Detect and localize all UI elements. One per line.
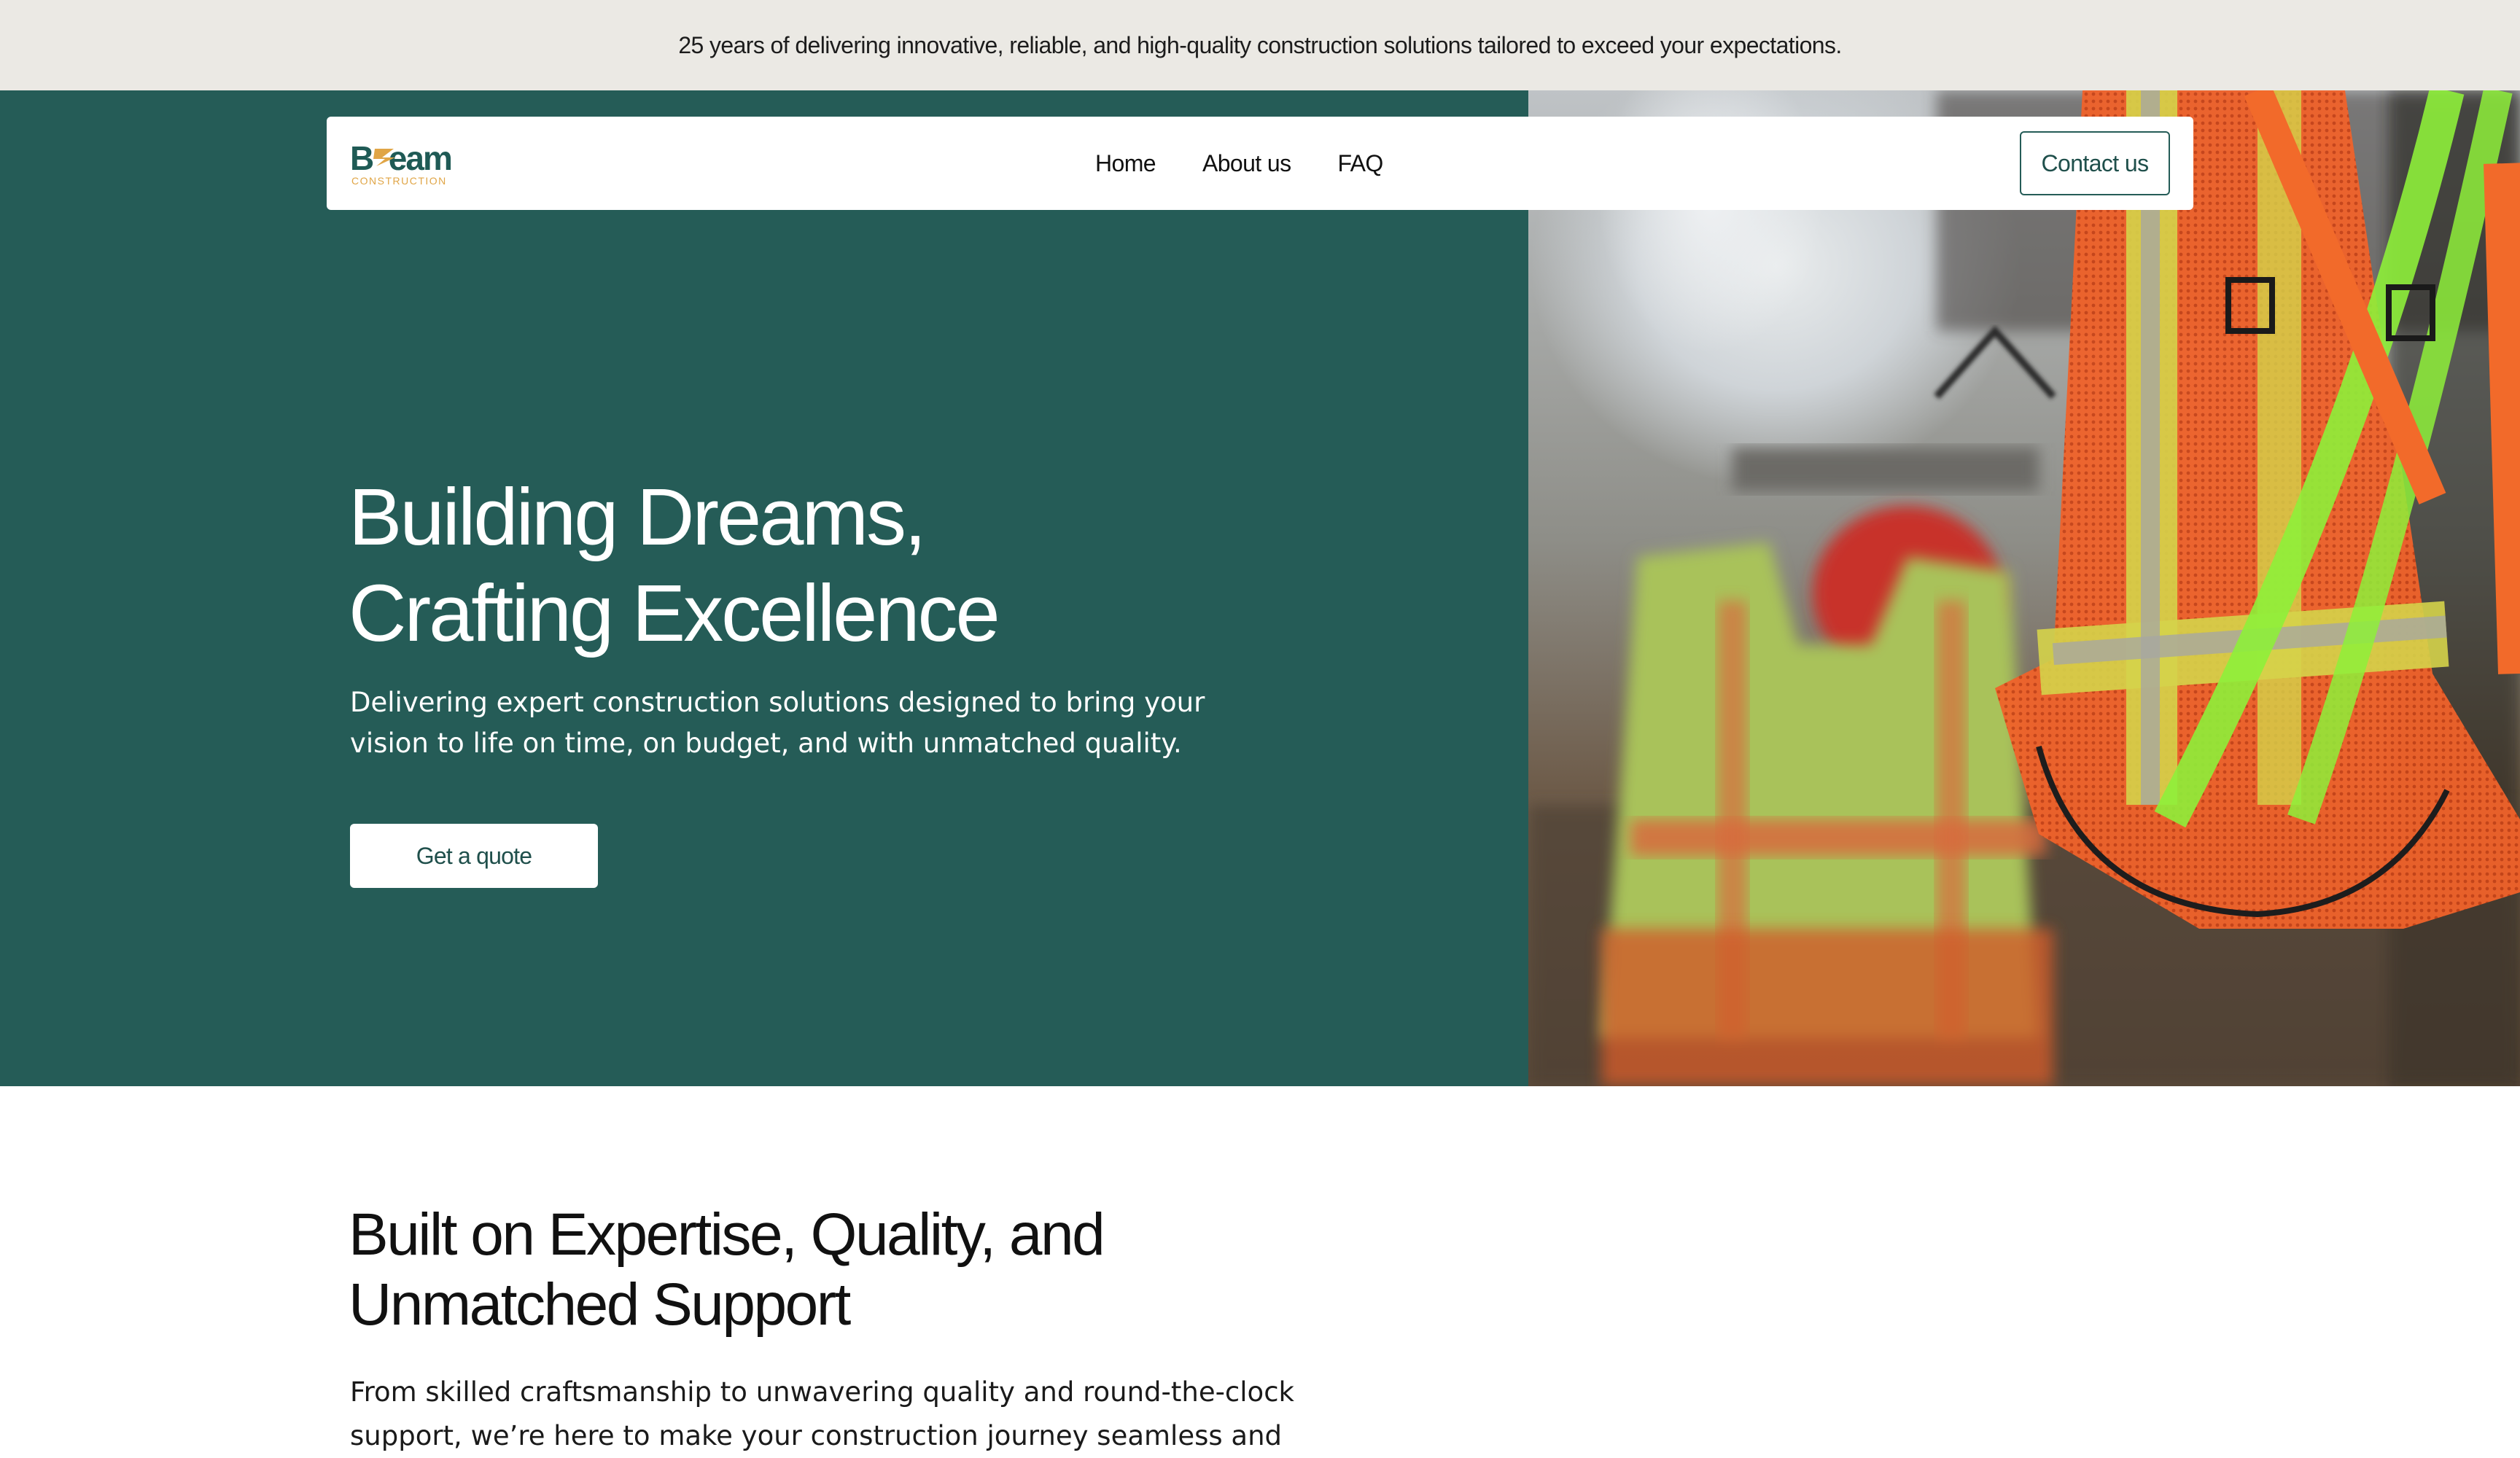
- hero-image: [1528, 90, 2520, 1086]
- announcement-text: 25 years of delivering innovative, relia…: [678, 31, 1842, 58]
- hero-lead: Delivering expert construction solutions…: [350, 687, 1205, 759]
- contact-us-button[interactable]: Contact us: [2020, 131, 2170, 195]
- about-title-line1: Built on Expertise, Quality, and: [349, 1201, 1105, 1268]
- about-title: Built on Expertise, Quality, and Unmatch…: [349, 1200, 1296, 1340]
- brand-tagline: CONSTRUCTION: [351, 175, 447, 187]
- hero-section: Building Dreams, Crafting Excellence Del…: [0, 90, 2520, 1086]
- hero-headline-line2: Crafting Excellence: [349, 569, 1000, 658]
- lightning-icon: [373, 149, 395, 166]
- about-section: Built on Expertise, Quality, and Unmatch…: [0, 1086, 2520, 1457]
- top-navigation: B eam CONSTRUCTION Home About us FAQ Con…: [327, 117, 2193, 210]
- hero-headline: Building Dreams, Crafting Excellence: [349, 469, 1442, 662]
- nav-faq[interactable]: FAQ: [1337, 150, 1383, 177]
- about-body: From skilled craftsmanship to unwavering…: [350, 1376, 1294, 1451]
- main-menu: Home About us FAQ: [1095, 117, 1430, 210]
- get-a-quote-button[interactable]: Get a quote: [350, 824, 598, 888]
- brand-logo[interactable]: B eam CONSTRUCTION: [350, 139, 459, 190]
- nav-about-us[interactable]: About us: [1202, 150, 1291, 177]
- hero-headline-line1: Building Dreams,: [349, 472, 927, 562]
- brand-name: B eam: [350, 139, 453, 177]
- about-title-line2: Unmatched Support: [349, 1271, 851, 1338]
- safety-vests-illustration: [1528, 90, 2520, 1086]
- announcement-bar: 25 years of delivering innovative, relia…: [0, 0, 2520, 90]
- nav-home[interactable]: Home: [1095, 150, 1156, 177]
